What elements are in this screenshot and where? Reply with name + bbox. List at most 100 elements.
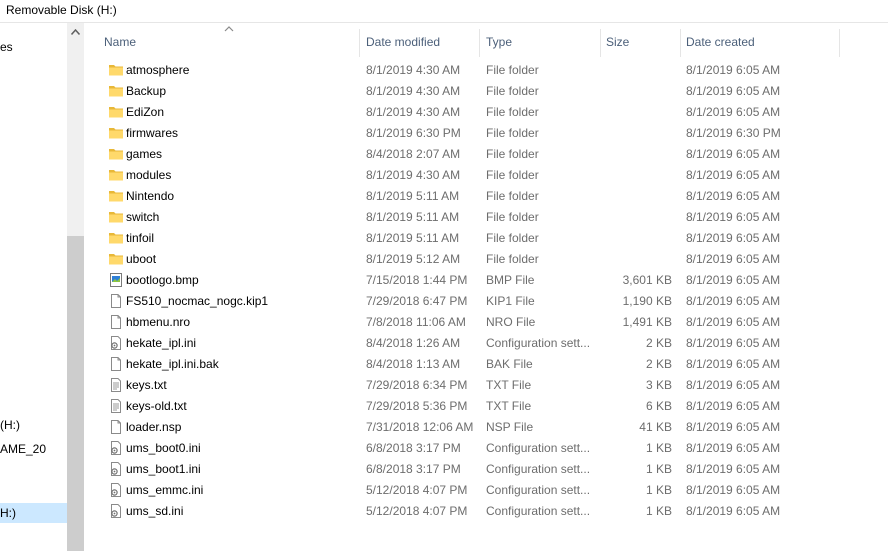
folder-icon [108,62,124,78]
file-name: ums_boot1.ini [126,462,201,476]
column-date-modified[interactable]: Date modified [360,23,478,61]
file-row[interactable]: hekate_ipl.ini.bak 8/4/2018 1:13 AM BAK Fi… [104,354,844,375]
file-date-created: 8/1/2019 6:05 AM [686,504,781,518]
file-row[interactable]: ums_boot0.ini 6/8/2018 3:17 PM Configurati… [104,438,844,459]
nav-item[interactable]: H:) [0,503,67,523]
file-row[interactable]: FS510_nocmac_nogc.kip1 7/29/2018 6:47 PM K… [104,291,844,312]
file-type: File folder [486,126,539,140]
file-row[interactable]: games 8/4/2018 2:07 AM File folder 8/1/2019… [104,144,844,165]
file-date-modified: 8/1/2019 5:11 AM [366,210,460,224]
nav-item[interactable]: (H:) [0,415,20,435]
file-date-created: 8/1/2019 6:05 AM [686,378,781,392]
file-row[interactable]: tinfoil 8/1/2019 5:11 AM File folder 8/1/20… [104,228,844,249]
file-row[interactable]: Nintendo 8/1/2019 5:11 AM File folder 8/1/2… [104,186,844,207]
file-row[interactable]: atmosphere 8/1/2019 4:30 AM File folder 8/1… [104,60,844,81]
file-type: BMP File [486,273,535,287]
file-icon [108,419,124,435]
column-divider[interactable] [839,29,840,57]
file-name: keys-old.txt [126,399,187,413]
file-name: switch [126,210,160,224]
file-date-modified: 8/1/2019 4:30 AM [366,105,461,119]
file-row[interactable]: EdiZon 8/1/2019 4:30 AM File folder 8/1/201… [104,102,844,123]
scroll-up-arrow-icon[interactable] [67,23,84,40]
column-size[interactable]: Size [600,23,680,61]
file-size [598,207,672,228]
file-row[interactable]: modules 8/1/2019 4:30 AM File folder 8/1/20… [104,165,844,186]
file-type: File folder [486,231,539,245]
file-row[interactable]: switch 8/1/2019 5:11 AM File folder 8/1/201… [104,207,844,228]
file-date-created: 8/1/2019 6:05 AM [686,252,781,266]
file-date-modified: 8/4/2018 1:26 AM [366,336,461,350]
file-type: File folder [486,252,539,266]
file-type: File folder [486,168,539,182]
file-type: Configuration sett... [486,441,591,455]
file-row[interactable]: ums_boot1.ini 6/8/2018 3:17 PM Configurati… [104,459,844,480]
file-date-modified: 5/12/2018 4:07 PM [366,504,468,518]
image-file-icon [108,272,124,288]
file-name: ums_sd.ini [126,504,184,518]
column-date-created[interactable]: Date created [680,23,840,61]
file-date-created: 8/1/2019 6:05 AM [686,189,781,203]
file-date-modified: 7/8/2018 11:06 AM [366,315,466,329]
file-date-created: 8/1/2019 6:05 AM [686,294,781,308]
file-size [598,144,672,165]
file-row[interactable]: ums_emmc.ini 5/12/2018 4:07 PM Configurati… [104,480,844,501]
file-name: ums_emmc.ini [126,483,204,497]
file-name: tinfoil [126,231,155,245]
column-type[interactable]: Type [480,23,598,61]
file-type: File folder [486,189,539,203]
file-row[interactable]: loader.nsp 7/31/2018 12:06 AM NSP File 41 K… [104,417,844,438]
file-size [598,186,672,207]
file-size: 3 KB [645,378,672,392]
file-type: KIP1 File [486,294,535,308]
file-row[interactable]: hekate_ipl.ini 8/4/2018 1:26 AM Configurat… [104,333,844,354]
file-name: keys.txt [126,378,167,392]
file-date-modified: 7/29/2018 6:34 PM [366,378,468,392]
file-row[interactable]: hbmenu.nro 7/8/2018 11:06 AM NRO File 1,491… [104,312,844,333]
file-type: NSP File [486,420,534,434]
file-row[interactable]: bootlogo.bmp 7/15/2018 1:44 PM BMP File 3,6… [104,270,844,291]
file-icon [108,356,124,372]
file-name: hekate_ipl.ini [126,336,197,350]
file-date-modified: 8/1/2019 5:12 AM [366,252,461,266]
file-row[interactable]: ums_sd.ini 5/12/2018 4:07 PM Configuration… [104,501,844,522]
file-name: modules [126,168,172,182]
file-name: uboot [126,252,157,266]
file-size [598,123,672,144]
file-row[interactable]: keys.txt 7/29/2018 6:34 PM TXT File 3 KB 8/1… [104,375,844,396]
title-bar: Removable Disk (H:) [0,0,888,23]
file-date-created: 8/1/2019 6:05 AM [686,483,781,497]
scroll-thumb[interactable] [67,236,84,551]
file-row[interactable]: Backup 8/1/2019 4:30 AM File folder 8/1/201… [104,81,844,102]
file-size: 1,190 KB [622,294,672,308]
file-date-modified: 8/1/2019 5:11 AM [366,189,460,203]
folder-icon [108,125,124,141]
file-date-modified: 8/1/2019 4:30 AM [366,84,461,98]
file-date-modified: 8/1/2019 6:30 PM [366,126,461,140]
file-name: EdiZon [126,105,165,119]
file-row[interactable]: firmwares 8/1/2019 6:30 PM File folder 8/1/… [104,123,844,144]
file-type: TXT File [486,399,532,413]
file-row[interactable]: keys-old.txt 7/29/2018 5:36 PM TXT File 6 K… [104,396,844,417]
nav-item[interactable]: AME_20 [0,439,46,459]
file-type: Configuration sett... [486,462,591,476]
file-date-modified: 8/1/2019 4:30 AM [366,63,461,77]
nav-scrollbar[interactable] [67,23,84,551]
file-size [598,249,672,270]
file-size: 1 KB [645,483,672,497]
nav-item[interactable]: es [0,37,13,57]
file-type: Configuration sett... [486,483,591,497]
column-name[interactable]: Name [98,23,358,61]
file-type: File folder [486,84,539,98]
file-date-modified: 8/4/2018 2:07 AM [366,147,461,161]
file-date-created: 8/1/2019 6:05 AM [686,441,781,455]
file-date-created: 8/1/2019 6:05 AM [686,168,781,182]
file-type: File folder [486,105,539,119]
file-type: Configuration sett... [486,336,591,350]
file-date-modified: 7/31/2018 12:06 AM [366,420,474,434]
file-date-created: 8/1/2019 6:05 AM [686,357,781,371]
file-row[interactable]: uboot 8/1/2019 5:12 AM File folder 8/1/2019… [104,249,844,270]
file-type: NRO File [486,315,536,329]
config-file-icon [108,440,124,456]
column-header: Name Date modified Type Size Date create… [84,23,888,61]
